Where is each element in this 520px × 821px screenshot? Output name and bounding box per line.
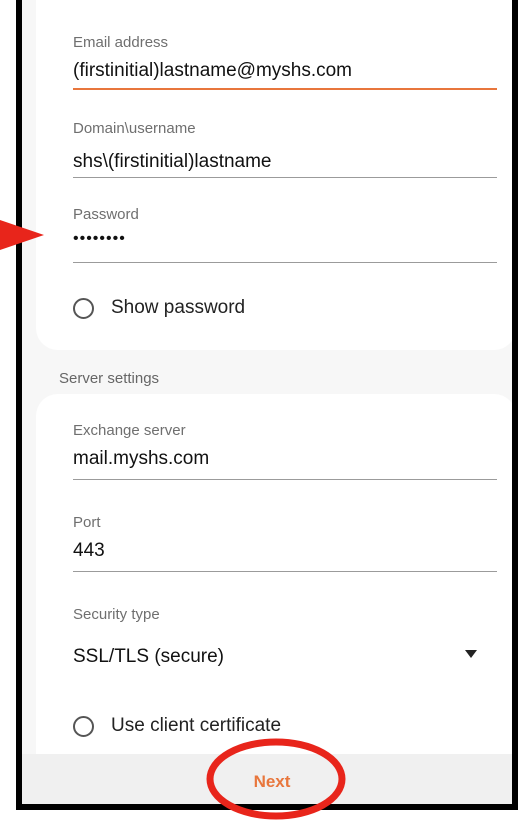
security-type-value[interactable]: SSL/TLS (secure) <box>73 646 224 668</box>
password-underline <box>73 262 497 263</box>
exchange-server-value[interactable]: mail.myshs.com <box>73 448 209 470</box>
annotation-circle-icon <box>206 738 346 820</box>
client-certificate-label: Use client certificate <box>111 715 282 736</box>
email-underline <box>73 88 497 90</box>
settings-screen: Email address (firstinitial)lastname@mys… <box>16 0 518 810</box>
exchange-server-label: Exchange server <box>73 422 186 439</box>
username-value[interactable]: shs\(firstinitial)lastname <box>73 151 272 173</box>
dropdown-arrow-icon[interactable] <box>465 650 477 658</box>
account-card: Email address (firstinitial)lastname@mys… <box>36 0 512 350</box>
username-underline <box>73 177 497 178</box>
password-value[interactable]: •••••••• <box>73 230 126 248</box>
show-password-label: Show password <box>111 297 246 318</box>
security-type-label: Security type <box>73 606 160 623</box>
annotation-arrow-icon <box>0 220 44 250</box>
client-certificate-radio[interactable] <box>73 715 94 737</box>
username-label: Domain\username <box>73 120 196 137</box>
server-settings-header: Server settings <box>59 370 160 387</box>
email-value[interactable]: (firstinitial)lastname@myshs.com <box>73 60 352 82</box>
port-underline <box>73 571 497 572</box>
show-password-option[interactable]: Show password <box>73 297 245 319</box>
exchange-server-underline <box>73 479 497 480</box>
email-label: Email address <box>73 34 169 51</box>
password-label: Password <box>73 206 139 223</box>
port-value[interactable]: 443 <box>73 540 105 562</box>
client-certificate-option[interactable]: Use client certificate <box>73 715 281 737</box>
show-password-radio[interactable] <box>73 297 94 319</box>
port-label: Port <box>73 514 101 531</box>
